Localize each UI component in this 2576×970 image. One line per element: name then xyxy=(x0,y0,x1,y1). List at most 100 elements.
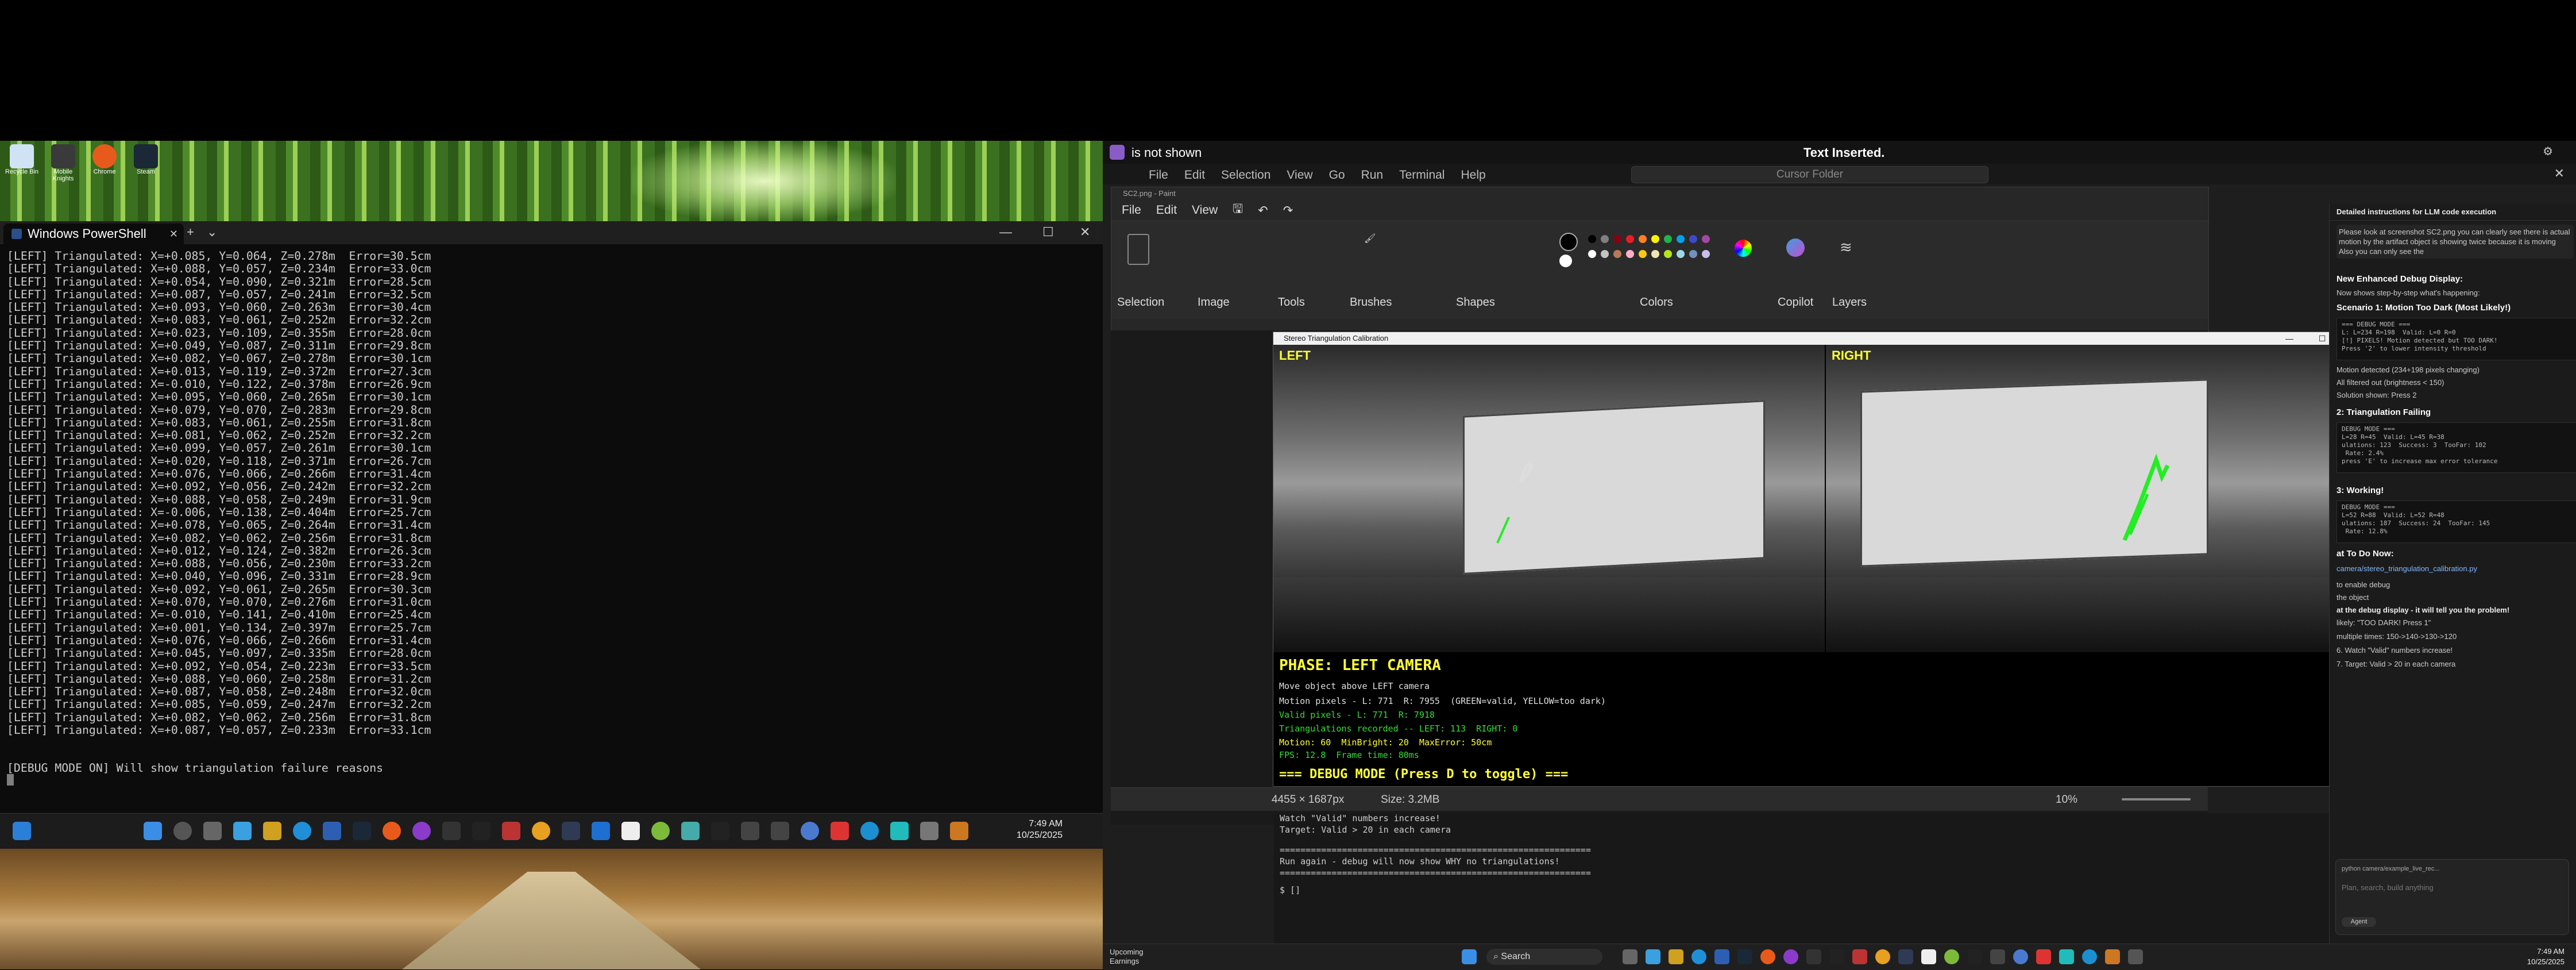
menu-file[interactable]: File xyxy=(1149,168,1168,182)
agent-mode-selector[interactable]: Agent xyxy=(2342,917,2376,927)
maximize-icon[interactable]: ☐ xyxy=(1042,225,1054,240)
menu-run[interactable]: Run xyxy=(1361,168,1384,182)
app-icon[interactable] xyxy=(920,822,939,840)
color-swatch[interactable] xyxy=(1702,235,1710,243)
chrome-icon[interactable] xyxy=(383,822,401,840)
color-swatch[interactable] xyxy=(1689,235,1697,243)
chevron-down-icon[interactable]: ⌄ xyxy=(207,225,217,240)
app-icon[interactable] xyxy=(1898,949,1913,964)
copilot-icon[interactable] xyxy=(1646,949,1660,964)
undo-icon[interactable]: ↶ xyxy=(1258,203,1268,218)
edge-icon[interactable] xyxy=(1691,949,1706,964)
color-swatch[interactable] xyxy=(1601,250,1609,258)
app-icon[interactable] xyxy=(651,822,670,840)
color-swatch[interactable] xyxy=(1613,235,1621,243)
paint-icon[interactable] xyxy=(2128,949,2143,964)
paint-menu-edit[interactable]: Edit xyxy=(1156,203,1177,217)
start-icon[interactable] xyxy=(1462,949,1477,964)
close-icon[interactable]: ✕ xyxy=(1080,225,1090,240)
color-swatch[interactable] xyxy=(1651,250,1659,258)
color1-swatch[interactable] xyxy=(1559,233,1578,251)
zoom-slider[interactable] xyxy=(2122,798,2191,800)
close-tab-icon[interactable]: ✕ xyxy=(169,228,178,240)
color-swatch[interactable] xyxy=(1639,235,1647,243)
desktop-icon-recycle-bin[interactable]: Recycle Bin xyxy=(5,144,39,175)
color-swatch[interactable] xyxy=(1588,250,1596,258)
app-icon[interactable] xyxy=(2105,949,2120,964)
gear-icon[interactable]: ⚙ xyxy=(2543,144,2553,159)
explorer-icon[interactable] xyxy=(263,822,281,840)
app-icon[interactable] xyxy=(681,822,700,840)
task-view-icon[interactable] xyxy=(1623,949,1637,964)
menu-edit[interactable]: Edit xyxy=(1184,168,1205,182)
copilot-icon[interactable] xyxy=(233,822,252,840)
command-search-input[interactable]: Cursor Folder xyxy=(1631,166,1988,183)
terminal-prompt[interactable]: $ [] xyxy=(1280,885,1300,895)
color-swatch[interactable] xyxy=(1689,250,1697,258)
menu-go[interactable]: Go xyxy=(1329,168,1345,182)
app-icon[interactable] xyxy=(1852,949,1867,964)
color-swatch[interactable] xyxy=(1639,250,1647,258)
cursor-icon[interactable] xyxy=(1967,949,1982,964)
desktop-icon-chrome[interactable]: Chrome xyxy=(87,144,122,175)
color-swatch[interactable] xyxy=(1664,235,1672,243)
widgets-button[interactable]: Upcoming Earnings xyxy=(1110,948,1144,966)
file-link[interactable]: camera/stereo_triangulation_calibration.… xyxy=(2336,564,2569,573)
vscode-icon[interactable] xyxy=(1714,949,1729,964)
stereo-calibration-window[interactable]: Stereo Triangulation Calibration — ☐ ✕ L… xyxy=(1273,332,2377,787)
color-swatch[interactable] xyxy=(1677,250,1685,258)
menu-help[interactable]: Help xyxy=(1461,168,1485,182)
explorer-icon[interactable] xyxy=(1669,949,1683,964)
start-icon[interactable] xyxy=(144,822,162,840)
shapes-gallery[interactable] xyxy=(1410,233,1536,273)
chrome-icon[interactable] xyxy=(1760,949,1775,964)
brush-icon[interactable]: 🖌 xyxy=(1364,233,1381,256)
settings-icon[interactable] xyxy=(801,822,819,840)
color-swatch[interactable] xyxy=(1613,250,1621,258)
color-swatch[interactable] xyxy=(1626,250,1634,258)
desktop-icon-mobile-knights[interactable]: Mobile Knights xyxy=(46,144,80,182)
chat-input-placeholder[interactable]: Plan, search, build anything xyxy=(2342,883,2574,892)
paint-window[interactable]: SC2.png - Paint File Edit View 🖫 ↶ ↷ 🖌 ≋… xyxy=(1111,187,2209,332)
color-swatch[interactable] xyxy=(1651,235,1659,243)
steam-icon[interactable] xyxy=(1737,949,1752,964)
clock[interactable]: 7:49 AM 10/25/2025 xyxy=(1017,818,1063,841)
cursor-terminal[interactable]: Watch "Valid" numbers increase! Target: … xyxy=(1274,813,2365,945)
task-view-icon[interactable] xyxy=(203,822,222,840)
app-icon[interactable] xyxy=(950,822,968,840)
close-icon[interactable]: ✕ xyxy=(2554,166,2565,181)
app-icon[interactable] xyxy=(532,822,550,840)
copilot-icon[interactable] xyxy=(1786,238,1805,257)
menu-view[interactable]: View xyxy=(1287,168,1312,182)
app-icon[interactable] xyxy=(2036,949,2051,964)
selection-tool-icon[interactable] xyxy=(1127,234,1149,265)
color2-swatch[interactable] xyxy=(1559,255,1572,267)
notification-icon[interactable] xyxy=(13,822,31,840)
color-swatch[interactable] xyxy=(1677,235,1685,243)
terminal-icon[interactable] xyxy=(472,822,491,840)
terminal-icon[interactable] xyxy=(1829,949,1844,964)
redo-icon[interactable]: ↷ xyxy=(1283,203,1293,218)
app-icon[interactable] xyxy=(1921,949,1936,964)
menu-terminal[interactable]: Terminal xyxy=(1399,168,1445,182)
file-reference[interactable]: python camera/example_live_rec... xyxy=(2342,864,2574,874)
clock[interactable]: 7:49 AM 10/25/2025 xyxy=(2527,946,2565,967)
paint-menu-view[interactable]: View xyxy=(1192,203,1218,217)
chat-input-box[interactable]: python camera/example_live_rec... Plan, … xyxy=(2335,859,2569,935)
app-icon[interactable] xyxy=(1990,949,2005,964)
color-swatch[interactable] xyxy=(1664,250,1672,258)
color-swatch[interactable] xyxy=(1626,235,1634,243)
powershell-tab[interactable]: Windows PowerShell ✕ xyxy=(3,224,184,244)
desktop-icon-steam[interactable]: Steam xyxy=(129,144,163,175)
color-swatch[interactable] xyxy=(1601,235,1609,243)
paint-menu-file[interactable]: File xyxy=(1122,203,1141,217)
app-icon[interactable] xyxy=(1944,949,1959,964)
drawing-tools-icons[interactable] xyxy=(1264,233,1327,273)
new-tab-icon[interactable]: + xyxy=(187,225,194,240)
powershell-window[interactable]: Windows PowerShell ✕ + ⌄ — ☐ ✕ [LEFT] Tr… xyxy=(0,221,1103,813)
app-icon[interactable] xyxy=(1783,949,1798,964)
app-icon[interactable] xyxy=(860,822,879,840)
zoom-level[interactable]: 10% xyxy=(2056,794,2077,806)
app-icon[interactable] xyxy=(2082,949,2097,964)
app-icon[interactable] xyxy=(2059,949,2074,964)
